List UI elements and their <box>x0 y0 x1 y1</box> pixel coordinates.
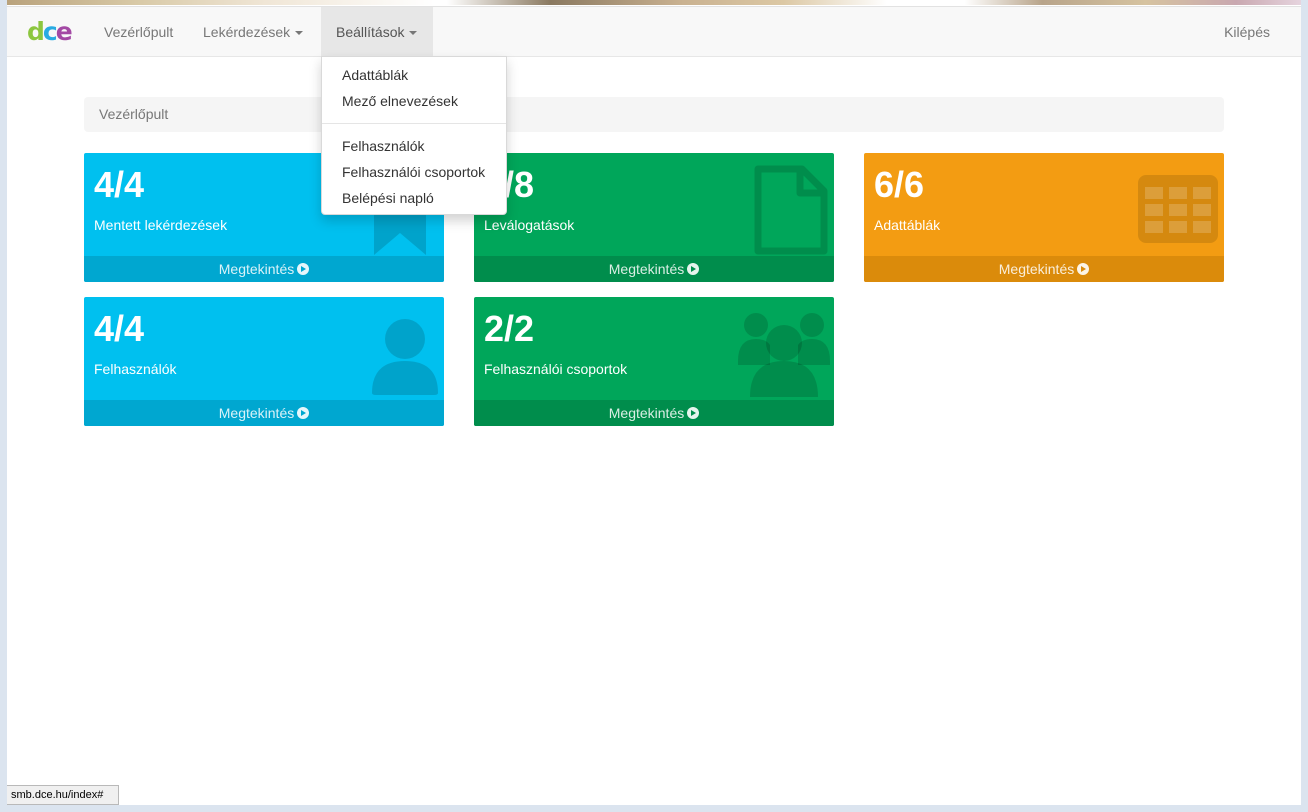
browser-status-bar: smb.dce.hu/index# <box>7 785 119 805</box>
nav-item-label: Lekérdezések <box>203 24 291 40</box>
tile-data-tables: 6/6 Adattáblák Megtekintés <box>864 153 1224 282</box>
arrow-circle-right-icon <box>1077 263 1090 275</box>
tile-count: 2/2 <box>484 308 535 349</box>
tile-view-link[interactable]: Megtekintés <box>84 256 444 282</box>
tile-footer-label: Megtekintés <box>218 405 295 421</box>
user-icon <box>372 319 438 395</box>
tile-label: Felhasználói csoportok <box>484 361 628 377</box>
tile-view-link[interactable]: Megtekintés <box>474 256 834 282</box>
tile-count: 6/6 <box>874 164 925 205</box>
file-icon <box>754 165 828 255</box>
menu-item-login-log[interactable]: Belépési napló <box>322 185 506 211</box>
menu-item-data-tables[interactable]: Adattáblák <box>322 62 506 88</box>
logout-label: Kilépés <box>1224 24 1270 40</box>
menu-item-field-names[interactable]: Mező elnevezések <box>322 88 506 114</box>
tile-label: Mentett lekérdezések <box>94 217 228 233</box>
tile-count: 4/4 <box>94 164 145 205</box>
settings-dropdown-menu: Adattáblák Mező elnevezések Felhasználók… <box>321 56 507 215</box>
tile-label: Felhasználók <box>94 361 177 377</box>
arrow-circle-right-icon <box>687 263 700 275</box>
tile-footer-label: Megtekintés <box>218 261 295 277</box>
tile-footer-label: Megtekintés <box>608 405 685 421</box>
tile-footer-label: Megtekintés <box>608 261 685 277</box>
menu-item-users[interactable]: Felhasználók <box>322 133 506 159</box>
table-icon <box>1138 175 1218 243</box>
nav-item-dashboard[interactable]: Vezérlőpult <box>89 7 188 57</box>
tile-count: 4/4 <box>94 308 145 349</box>
tile-view-link[interactable]: Megtekintés <box>84 400 444 426</box>
tile-label: Adattáblák <box>874 217 941 233</box>
arrow-circle-right-icon <box>297 407 310 419</box>
caret-down-icon <box>295 31 304 36</box>
status-url: smb.dce.hu/index# <box>11 789 104 801</box>
tile-view-link[interactable]: Megtekintés <box>474 400 834 426</box>
nav-item-label: Beállítások <box>336 24 405 40</box>
logout-link[interactable]: Kilépés <box>1209 7 1285 57</box>
arrow-circle-right-icon <box>687 407 700 419</box>
tile-footer-label: Megtekintés <box>998 261 1075 277</box>
nav-item-queries[interactable]: Lekérdezések <box>188 7 318 57</box>
tile-user-groups: 2/2 Felhasználói csoportok Megtekintés <box>474 297 834 426</box>
brand-logo[interactable]: dce <box>27 15 73 49</box>
breadcrumb-item: Vezérlőpult <box>99 106 169 122</box>
nav-item-label: Vezérlőpult <box>104 24 174 40</box>
top-navbar: dce Vezérlőpult Lekérdezések Beállítások… <box>7 6 1301 57</box>
menu-divider <box>322 123 506 124</box>
header-photo-strip <box>7 0 1301 5</box>
breadcrumb: Vezérlőpult <box>84 97 1224 132</box>
tile-label: Leválogatások <box>484 217 575 233</box>
nav-item-settings[interactable]: Beállítások <box>321 7 433 57</box>
browser-window: dce Vezérlőpult Lekérdezések Beállítások… <box>0 0 1308 812</box>
menu-item-user-groups[interactable]: Felhasználói csoportok <box>322 159 506 185</box>
tile-users: 4/4 Felhasználók Megtekintés <box>84 297 444 426</box>
tile-selections: 8/8 Leválogatások Megtekintés <box>474 153 834 282</box>
caret-down-icon <box>409 31 418 36</box>
arrow-circle-right-icon <box>297 263 310 275</box>
tile-view-link[interactable]: Megtekintés <box>864 256 1224 282</box>
users-icon <box>738 313 830 397</box>
